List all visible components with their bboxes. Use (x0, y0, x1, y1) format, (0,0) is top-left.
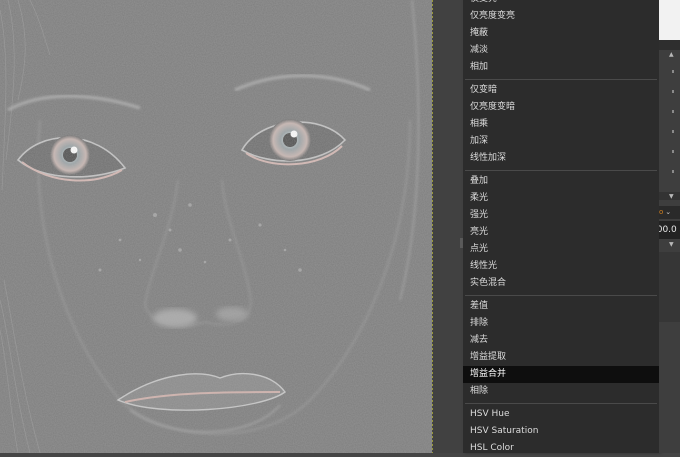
scroll-down-icon[interactable]: ▼ (669, 194, 674, 200)
blend-mode-item[interactable]: 掩蔽 (463, 25, 659, 42)
blend-mode-item[interactable]: 叠加 (463, 173, 659, 190)
blend-mode-item[interactable]: 仅变暗 (463, 82, 659, 99)
blend-mode-item[interactable]: 相除 (463, 383, 659, 400)
blend-mode-item[interactable]: 线性加深 (463, 150, 659, 167)
blend-mode-item[interactable]: 实色混合 (463, 275, 659, 292)
ruler-tick (672, 110, 674, 113)
mode-indicator: o (659, 208, 664, 216)
blend-mode-item[interactable]: 仅变亮 (463, 0, 659, 8)
blend-mode-item[interactable]: HSV Hue (463, 406, 659, 423)
ruler-tick (672, 90, 674, 93)
blend-mode-item[interactable]: 点光 (463, 241, 659, 258)
blend-mode-item[interactable]: 亮光 (463, 224, 659, 241)
layers-panel-edge: ▲ ▼ o⌄ 100.0 ▼ (659, 0, 680, 453)
spin-down-icon[interactable]: ▼ (669, 242, 674, 248)
blend-mode-item[interactable]: HSL Color (463, 440, 659, 457)
opacity-field[interactable]: 100.0 (659, 221, 680, 239)
opacity-value: 100.0 (659, 225, 677, 235)
ruler-tick (672, 170, 674, 173)
panel-preview (659, 0, 680, 40)
ruler-tick (672, 70, 674, 73)
layer-list-area[interactable] (659, 252, 680, 322)
panel-header (659, 40, 680, 50)
blend-mode-menu: 仅变亮仅亮度变亮掩蔽减淡相加仅变暗仅亮度变暗相乘加深线性加深叠加柔光强光亮光点光… (463, 0, 659, 453)
mode-combo[interactable]: o ⌄ (659, 206, 680, 219)
blend-mode-item[interactable]: 减去 (463, 332, 659, 349)
canvas-gutter (433, 0, 463, 453)
blend-mode-item[interactable]: 线性光 (463, 258, 659, 275)
scroll-up-icon[interactable]: ▲ (669, 52, 674, 58)
blend-mode-item[interactable]: 差值 (463, 298, 659, 315)
blend-mode-item[interactable]: 增益合并 (463, 366, 659, 383)
blend-mode-item[interactable]: 排除 (463, 315, 659, 332)
menu-separator (465, 170, 657, 171)
image-canvas[interactable] (0, 0, 432, 453)
blend-mode-item[interactable]: 仅亮度变暗 (463, 99, 659, 116)
blend-mode-item[interactable]: 相加 (463, 59, 659, 76)
blend-mode-item[interactable]: 加深 (463, 133, 659, 150)
blend-mode-item[interactable]: 仅亮度变亮 (463, 8, 659, 25)
blend-mode-item[interactable]: 柔光 (463, 190, 659, 207)
chevron-down-icon: ⌄ (665, 208, 672, 216)
menu-separator (465, 79, 657, 80)
blend-mode-item[interactable]: 减淡 (463, 42, 659, 59)
blend-mode-item[interactable]: 强光 (463, 207, 659, 224)
blend-mode-item[interactable]: 增益提取 (463, 349, 659, 366)
blend-mode-item[interactable]: HSV Saturation (463, 423, 659, 440)
ruler-tick (672, 150, 674, 153)
menu-separator (465, 403, 657, 404)
menu-separator (465, 295, 657, 296)
blend-mode-item[interactable]: 相乘 (463, 116, 659, 133)
portrait-image (0, 0, 432, 453)
ruler-tick (672, 130, 674, 133)
